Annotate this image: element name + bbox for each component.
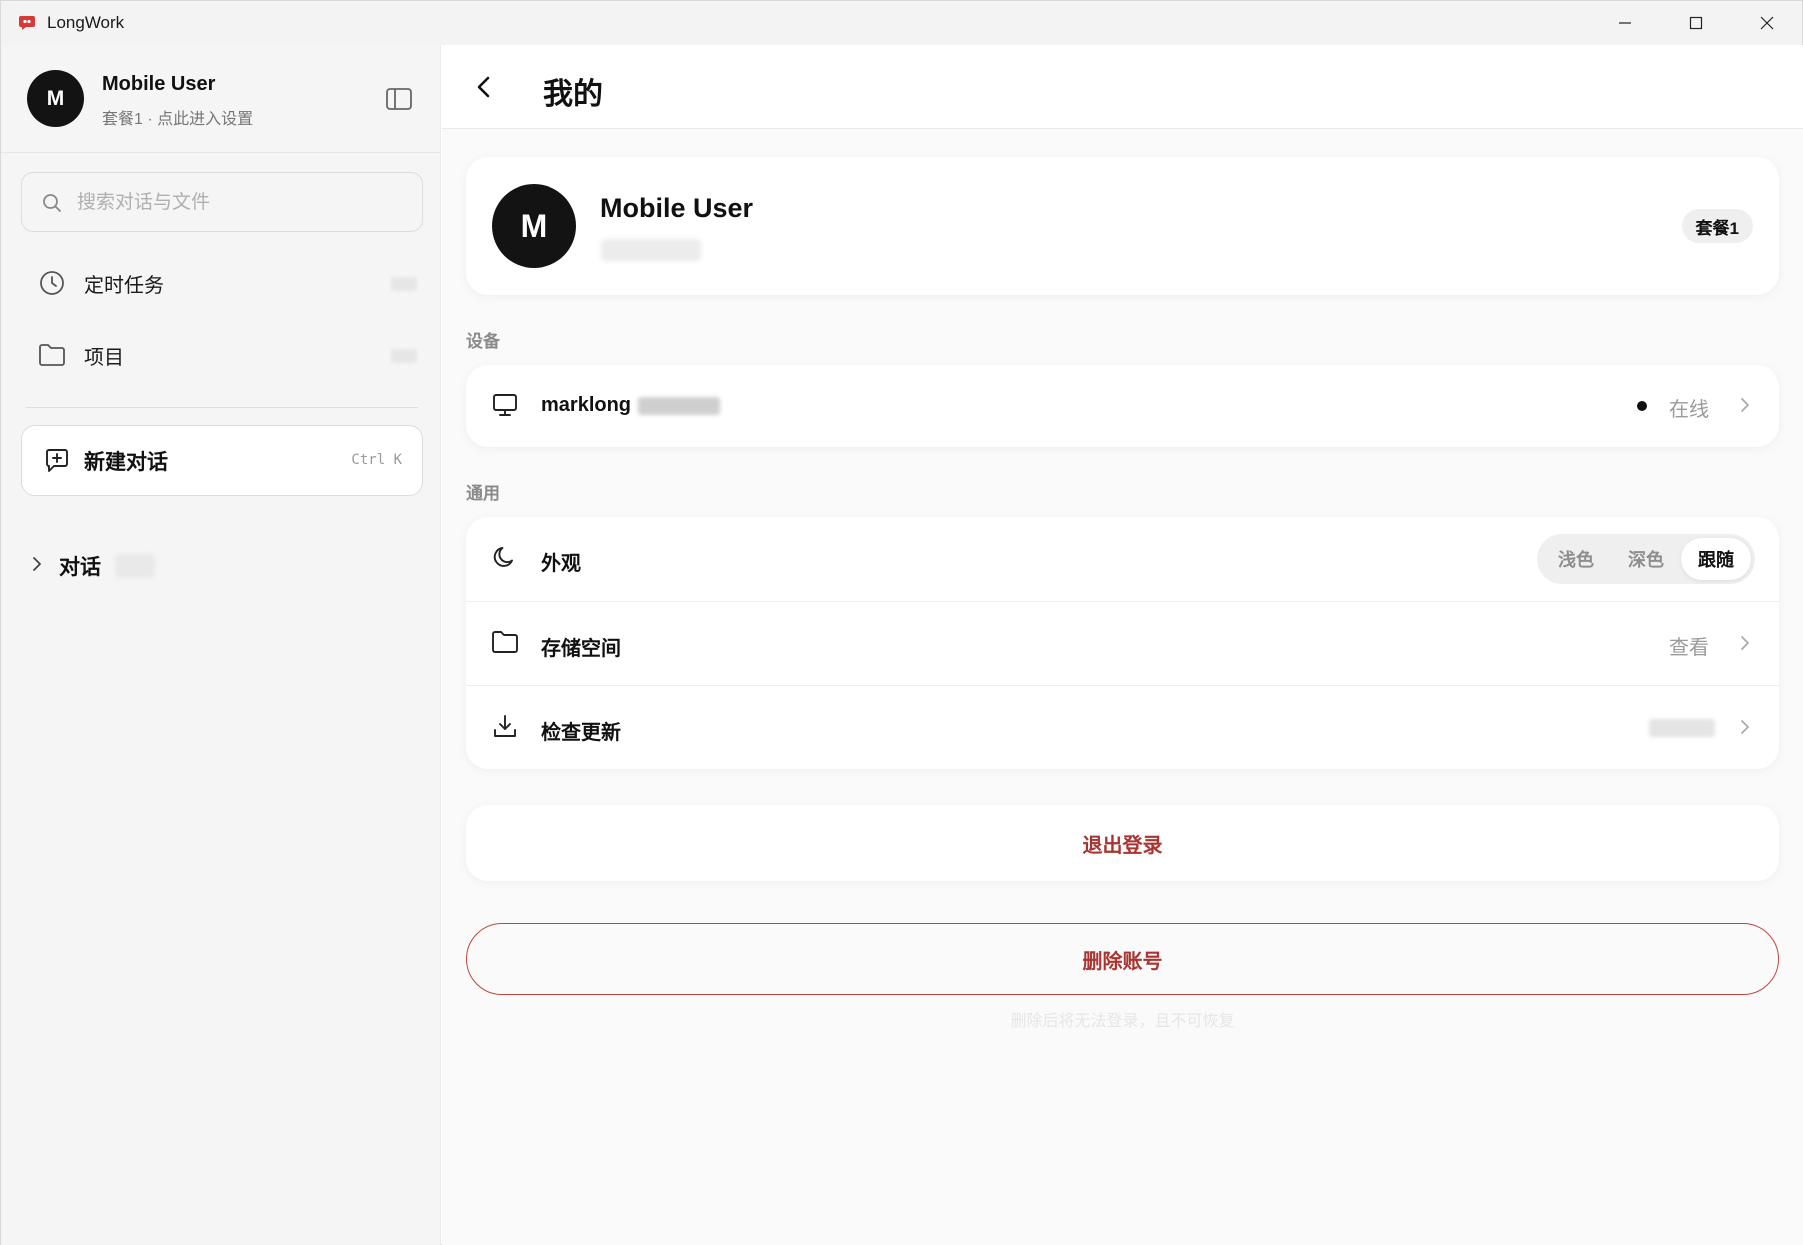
profile-name: Mobile User <box>600 193 754 223</box>
chevron-right-icon <box>1737 633 1753 653</box>
sidebar-user-subtitle[interactable]: 套餐1 · 点此进入设置 <box>102 105 253 129</box>
sidebar-item-label: 定时任务 <box>84 274 164 297</box>
delete-account-button[interactable]: 删除账号 <box>466 923 1779 995</box>
download-icon <box>490 711 520 741</box>
device-row[interactable]: marklong 在线 <box>466 365 1779 447</box>
sidebar-item-projects[interactable]: 项目 <box>21 327 423 383</box>
app-window: LongWork M Mobile User 套餐1 · 点此进入设置 搜索对话… <box>0 0 1803 1245</box>
app-title: LongWork <box>47 13 125 32</box>
device-status: 在线 <box>1669 399 1709 421</box>
appearance-option-system[interactable]: 跟随 <box>1681 538 1751 580</box>
plan-badge: 套餐1 <box>1681 209 1753 243</box>
appearance-row: 外观 浅色 深色 跟随 <box>466 517 1779 601</box>
logout-button[interactable]: 退出登录 <box>466 805 1779 881</box>
chevron-right-icon[interactable] <box>31 556 43 577</box>
section-label-general: 通用 <box>466 484 500 503</box>
delete-account-note: 删除后将无法登录，且不可恢复 <box>1010 1013 1235 1030</box>
monitor-icon <box>490 390 520 420</box>
new-chat-button[interactable]: 新建对话 Ctrl K <box>21 425 423 496</box>
title-bar: LongWork <box>1 1 1802 45</box>
device-name: marklong <box>541 394 632 416</box>
storage-row[interactable]: 存储空间 查看 <box>466 601 1779 685</box>
sidebar: M Mobile User 套餐1 · 点此进入设置 搜索对话与文件 定时任务 … <box>1 45 441 1245</box>
update-label: 检查更新 <box>541 722 621 744</box>
appearance-option-light[interactable]: 浅色 <box>1541 538 1611 580</box>
conversations-group[interactable]: 对话 <box>31 551 155 581</box>
avatar[interactable]: M <box>27 70 84 127</box>
close-icon[interactable] <box>1731 1 1802 45</box>
sidebar-item-count <box>391 349 417 363</box>
app-logo-icon <box>17 13 37 33</box>
new-chat-shortcut: Ctrl K <box>351 452 402 468</box>
sidebar-toggle-icon[interactable] <box>385 86 413 112</box>
update-row[interactable]: 检查更新 <box>466 685 1779 769</box>
page-title: 我的 <box>543 78 603 111</box>
conversations-label: 对话 <box>59 556 101 579</box>
avatar: M <box>492 184 576 268</box>
sidebar-item-count <box>391 277 417 291</box>
minimize-icon[interactable] <box>1589 1 1660 45</box>
chevron-right-icon <box>1737 395 1753 415</box>
maximize-icon[interactable] <box>1660 1 1731 45</box>
clock-icon <box>37 268 67 298</box>
appearance-segmented-control: 浅色 深色 跟随 <box>1537 534 1755 584</box>
folder-icon <box>37 340 67 370</box>
new-chat-label: 新建对话 <box>84 450 168 474</box>
folder-icon <box>490 627 520 657</box>
search-icon <box>42 193 62 218</box>
sidebar-user-name: Mobile User <box>102 73 216 95</box>
sidebar-item-label: 项目 <box>84 346 124 369</box>
conversations-count <box>115 554 155 578</box>
profile-card: M Mobile User 套餐1 <box>466 157 1779 295</box>
appearance-option-dark[interactable]: 深色 <box>1611 538 1681 580</box>
delete-account-label: 删除账号 <box>1082 950 1163 973</box>
device-name-redacted <box>638 397 720 415</box>
moon-icon <box>490 542 520 572</box>
storage-action: 查看 <box>1669 637 1709 659</box>
section-label-devices: 设备 <box>466 332 500 351</box>
search-box[interactable] <box>21 172 423 232</box>
chevron-left-icon <box>477 76 490 98</box>
main-panel: 我的 M Mobile User 套餐1 设备 marklong 在线 通用 外… <box>442 45 1803 1245</box>
appearance-label: 外观 <box>541 553 581 575</box>
back-button[interactable] <box>468 71 500 103</box>
profile-email-redacted <box>601 239 701 261</box>
storage-label: 存储空间 <box>541 638 621 660</box>
general-card: 外观 浅色 深色 跟随 存储空间 查看 检查更新 <box>466 517 1779 769</box>
window-controls <box>1589 1 1802 45</box>
message-plus-icon <box>44 448 70 474</box>
version-redacted <box>1649 719 1715 737</box>
logout-label: 退出登录 <box>1082 834 1163 857</box>
sidebar-item-scheduled-tasks[interactable]: 定时任务 <box>21 255 423 311</box>
search-input[interactable] <box>77 185 407 221</box>
page-header: 我的 <box>442 45 1803 129</box>
chevron-right-icon <box>1737 717 1753 737</box>
sidebar-divider <box>26 407 418 408</box>
status-dot <box>1637 401 1647 411</box>
sidebar-user-header[interactable]: M Mobile User 套餐1 · 点此进入设置 <box>1 45 440 153</box>
